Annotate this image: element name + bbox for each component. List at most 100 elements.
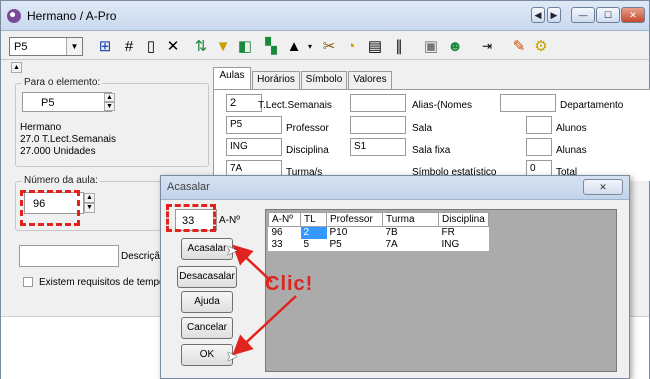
table-cell[interactable]: 7B xyxy=(383,227,439,239)
prof-label: Professor xyxy=(286,123,329,134)
maximize-button[interactable]: ☐ xyxy=(596,7,620,23)
dept-label: Departamento xyxy=(560,100,624,111)
alias-label: Alias-(Nomes xyxy=(412,100,473,111)
new-document-icon[interactable]: ▯ xyxy=(141,37,161,56)
lesson-spin-down[interactable]: ▼ xyxy=(84,203,95,213)
prof-value: P5 xyxy=(230,119,243,130)
lessons-table: A-Nº TL Professor Turma Disciplina 96 2 … xyxy=(268,212,489,251)
collapse-icon[interactable]: ▲ xyxy=(11,62,22,73)
delete-icon[interactable]: ✕ xyxy=(163,37,183,56)
people-icon[interactable]: ☻ xyxy=(445,37,465,56)
clock-icon[interactable]: ◔ xyxy=(341,37,361,56)
description-label: Descriçã xyxy=(121,251,160,262)
description-field[interactable] xyxy=(19,245,119,267)
desacasalar-button[interactable]: Desacasalar xyxy=(177,266,237,288)
salafixa-field[interactable]: S1 xyxy=(350,138,406,156)
lesson-highlight xyxy=(20,190,80,226)
aulas-tab-page: 2 T.Lect.Semanais Alias-(Nomes Departame… xyxy=(213,89,650,181)
lesson-group-label: Número da aula: xyxy=(22,175,100,186)
chevron-small-icon[interactable]: ▾ xyxy=(300,37,320,56)
dialog-close-icon[interactable]: ✕ xyxy=(583,179,623,195)
element-combo-value: P5 xyxy=(14,41,28,53)
an-highlight xyxy=(166,204,216,232)
info-line1: 27.0 T.Lect.Semanais xyxy=(20,134,116,145)
window-icon[interactable]: ◧ xyxy=(235,37,255,56)
tab-simbolo[interactable]: Símbolo xyxy=(301,71,347,89)
hash-icon[interactable]: # xyxy=(119,37,139,56)
tab-valores[interactable]: Valores xyxy=(348,71,392,89)
element-spin-up[interactable]: ▲ xyxy=(104,93,115,102)
table-cell-selected[interactable]: 2 xyxy=(300,226,327,239)
info-name: Hermano xyxy=(20,122,62,133)
alunos-field[interactable] xyxy=(526,116,552,134)
clic-annotation: Clic! xyxy=(265,273,314,295)
table-cell[interactable]: 7A xyxy=(383,239,439,251)
table-row[interactable]: 33 5 P5 7A ING xyxy=(269,239,489,251)
alias-field[interactable] xyxy=(350,94,406,112)
table-cell[interactable]: FR xyxy=(439,227,489,239)
element-spin-down[interactable]: ▼ xyxy=(104,102,115,111)
sort-icon[interactable]: ⇅ xyxy=(191,37,211,56)
grid-icon[interactable]: ⊞ xyxy=(95,37,115,56)
mouse-cursor-icon: ➤ xyxy=(226,348,238,364)
filter-icon[interactable]: ▼ xyxy=(213,37,233,56)
acasalar-grid: A-Nº TL Professor Turma Disciplina 96 2 … xyxy=(265,209,617,372)
disc-label: Disciplina xyxy=(286,145,329,156)
import-icon[interactable]: ⇥ xyxy=(477,37,497,56)
element-combo[interactable]: P5 ▼ xyxy=(9,37,83,56)
table-cell[interactable]: 96 xyxy=(269,227,301,239)
hierarchy-icon[interactable]: ▚ xyxy=(261,37,281,56)
dept-field[interactable] xyxy=(500,94,556,112)
info-line2: 27.000 Unidades xyxy=(20,146,96,157)
turma-value: 7A xyxy=(230,163,243,174)
alunas-label: Alunas xyxy=(556,145,587,156)
element-field[interactable]: P5 xyxy=(22,92,112,112)
table-cell[interactable]: 33 xyxy=(269,239,301,251)
toolbar: P5 ▼ ⊞ # ▯ ✕ ⇅ ▼ ◧ ▚ ▲ ▾ ✂ ◔ ▤ ∥ ▣ ☻ ⇥ ✎… xyxy=(1,32,649,60)
lect-label: T.Lect.Semanais xyxy=(258,100,332,111)
lesson-spin-up[interactable]: ▲ xyxy=(84,193,95,203)
sala-label: Sala xyxy=(412,123,433,134)
total-value: 0 xyxy=(530,163,536,174)
close-button[interactable]: ✕ xyxy=(621,7,645,23)
element-field-value: P5 xyxy=(41,97,55,109)
calendar-icon[interactable]: ▤ xyxy=(365,37,385,56)
disc-field[interactable]: ING xyxy=(226,138,282,156)
bookmark-icon[interactable]: ∥ xyxy=(389,37,409,56)
col-header-turma[interactable]: Turma xyxy=(382,212,439,227)
table-header-row: A-Nº TL Professor Turma Disciplina xyxy=(268,212,489,227)
tab-aulas[interactable]: Aulas xyxy=(213,67,251,90)
minimize-button[interactable]: — xyxy=(571,7,595,23)
tab-strip: Aulas Horários Símbolo Valores xyxy=(213,67,650,90)
print-icon[interactable]: ▣ xyxy=(421,37,441,56)
lect-value: 2 xyxy=(230,97,237,109)
table-cell[interactable]: P5 xyxy=(327,239,383,251)
table-cell[interactable]: P10 xyxy=(327,227,383,239)
alunas-field[interactable] xyxy=(526,138,552,156)
dialog-title-bar: Acasalar ✕ xyxy=(161,176,629,200)
prof-field[interactable]: P5 xyxy=(226,116,282,134)
tab-horarios[interactable]: Horários xyxy=(252,71,300,89)
nav-back-icon[interactable]: ◀ xyxy=(531,7,545,23)
alunos-label: Alunos xyxy=(556,123,587,134)
requirements-label: Existem requisitos de tempo xyxy=(39,277,165,288)
chevron-down-icon[interactable]: ▼ xyxy=(66,38,82,55)
ajuda-button[interactable]: Ajuda xyxy=(181,291,233,313)
table-row[interactable]: 96 2 P10 7B FR xyxy=(269,226,489,239)
nav-forward-icon[interactable]: ▶ xyxy=(547,7,561,23)
table-cell[interactable]: ING xyxy=(439,239,489,251)
cancelar-button[interactable]: Cancelar xyxy=(181,317,233,339)
col-header-professor[interactable]: Professor xyxy=(326,212,383,227)
col-header-disciplina[interactable]: Disciplina xyxy=(438,212,489,227)
help-icon[interactable]: ✎ xyxy=(509,37,529,56)
window-title: Hermano / A-Pro xyxy=(27,9,117,23)
app-icon xyxy=(7,9,21,23)
sala-field[interactable] xyxy=(350,116,406,134)
col-header-an[interactable]: A-Nº xyxy=(268,212,301,227)
settings-icon[interactable]: ⚙ xyxy=(531,37,551,56)
col-header-tl[interactable]: TL xyxy=(300,212,327,227)
lect-field[interactable]: 2 xyxy=(226,94,262,112)
tools-icon[interactable]: ✂ xyxy=(319,37,339,56)
table-cell[interactable]: 5 xyxy=(301,239,327,251)
requirements-checkbox[interactable] xyxy=(23,277,33,287)
